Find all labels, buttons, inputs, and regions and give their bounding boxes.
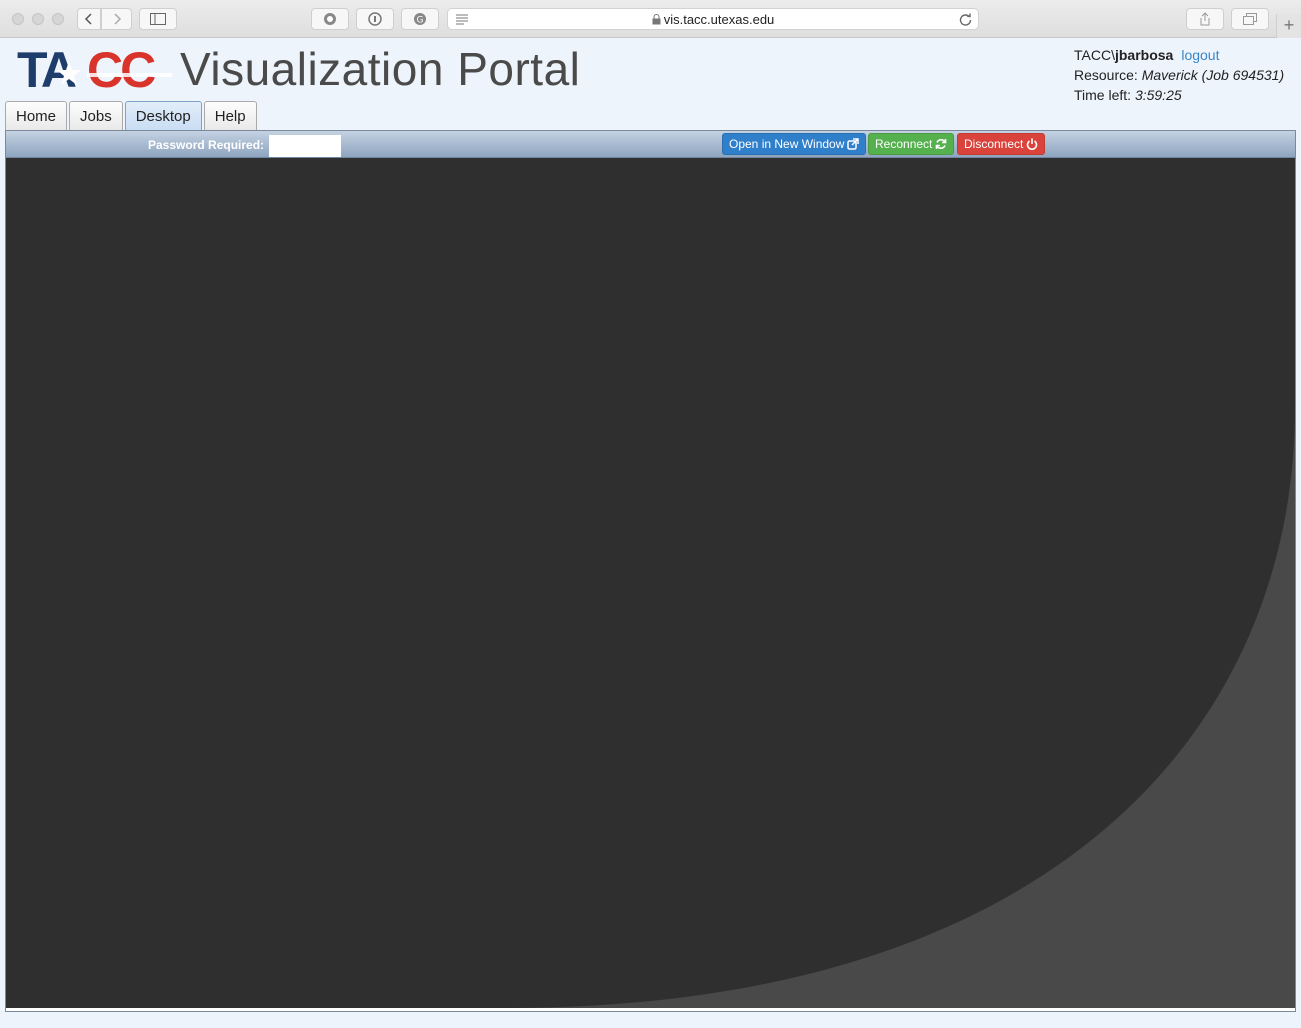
grammarly-icon: G	[414, 13, 426, 26]
password-label: Password Required:	[148, 138, 265, 152]
new-tab-button[interactable]: +	[1276, 14, 1301, 38]
refresh-icon	[936, 139, 947, 149]
desktop-wallpaper	[506, 408, 1295, 1008]
zoom-window-icon[interactable]	[52, 13, 64, 25]
open-new-window-button[interactable]: Open in New Window	[722, 133, 867, 155]
user-domain: TACC\	[1074, 47, 1115, 63]
resource-line: Resource: Maverick (Job 694531)	[1074, 65, 1284, 85]
logout-link[interactable]: logout	[1181, 47, 1219, 63]
share-button[interactable]	[1186, 8, 1224, 30]
time-left-line: Time left: 3:59:25	[1074, 85, 1284, 105]
page-title: Visualization Portal	[180, 43, 581, 95]
shield-icon	[324, 13, 336, 25]
username: jbarbosa	[1114, 47, 1174, 63]
info-icon	[368, 12, 382, 26]
svg-text:CC: CC	[87, 47, 155, 91]
reconnect-button[interactable]: Reconnect	[868, 133, 955, 155]
tab-desktop[interactable]: Desktop	[124, 101, 202, 130]
svg-text:G: G	[417, 16, 424, 26]
tab-home[interactable]: Home	[5, 101, 68, 130]
extension-button-3[interactable]: G	[401, 8, 439, 30]
chevron-right-icon	[113, 13, 121, 25]
back-button[interactable]	[77, 8, 101, 30]
url-value: vis.tacc.utexas.edu	[663, 12, 775, 27]
desktop-panel: Password Required: Open in New Window Re…	[5, 130, 1296, 1012]
reconnect-label: Reconnect	[875, 137, 933, 151]
time-left-value: 3:59:25	[1134, 87, 1182, 103]
reload-icon[interactable]	[959, 13, 972, 26]
user-line: TACC\jbarbosa logout	[1074, 45, 1284, 65]
remote-desktop-canvas[interactable]	[6, 158, 1295, 1008]
resource-label: Resource:	[1074, 67, 1138, 83]
close-window-icon[interactable]	[12, 13, 24, 25]
time-left-label: Time left:	[1074, 87, 1132, 103]
tacc-logo: TA CC	[17, 47, 172, 91]
share-icon	[1200, 12, 1210, 26]
forward-button[interactable]	[101, 8, 132, 30]
open-new-window-label: Open in New Window	[729, 137, 845, 151]
tabs-icon	[1243, 13, 1257, 25]
desktop-toolbar: Password Required: Open in New Window Re…	[6, 131, 1295, 158]
sidebar-icon	[150, 13, 166, 25]
disconnect-label: Disconnect	[964, 137, 1024, 151]
extension-button-1[interactable]	[311, 8, 349, 30]
resource-value: Maverick (Job 694531)	[1141, 67, 1285, 83]
browser-toolbar: G vis.tacc.utexas.edu +	[0, 0, 1301, 38]
url-text: vis.tacc.utexas.edu	[448, 12, 978, 27]
password-input[interactable]	[269, 135, 341, 157]
power-icon	[1027, 138, 1038, 150]
tabs-overview-button[interactable]	[1231, 8, 1269, 30]
main-tabs: Home Jobs Desktop Help	[5, 101, 257, 130]
sidebar-button[interactable]	[139, 8, 177, 30]
tab-jobs[interactable]: Jobs	[69, 101, 123, 130]
external-link-icon	[847, 138, 860, 150]
disconnect-button[interactable]: Disconnect	[957, 133, 1046, 155]
address-bar[interactable]: vis.tacc.utexas.edu	[447, 8, 979, 30]
minimize-window-icon[interactable]	[32, 13, 44, 25]
extension-button-2[interactable]	[356, 8, 394, 30]
chevron-left-icon	[84, 13, 92, 25]
tab-help[interactable]: Help	[203, 101, 257, 130]
lock-icon	[652, 14, 661, 25]
user-info: TACC\jbarbosa logout Resource: Maverick (…	[1074, 45, 1284, 105]
